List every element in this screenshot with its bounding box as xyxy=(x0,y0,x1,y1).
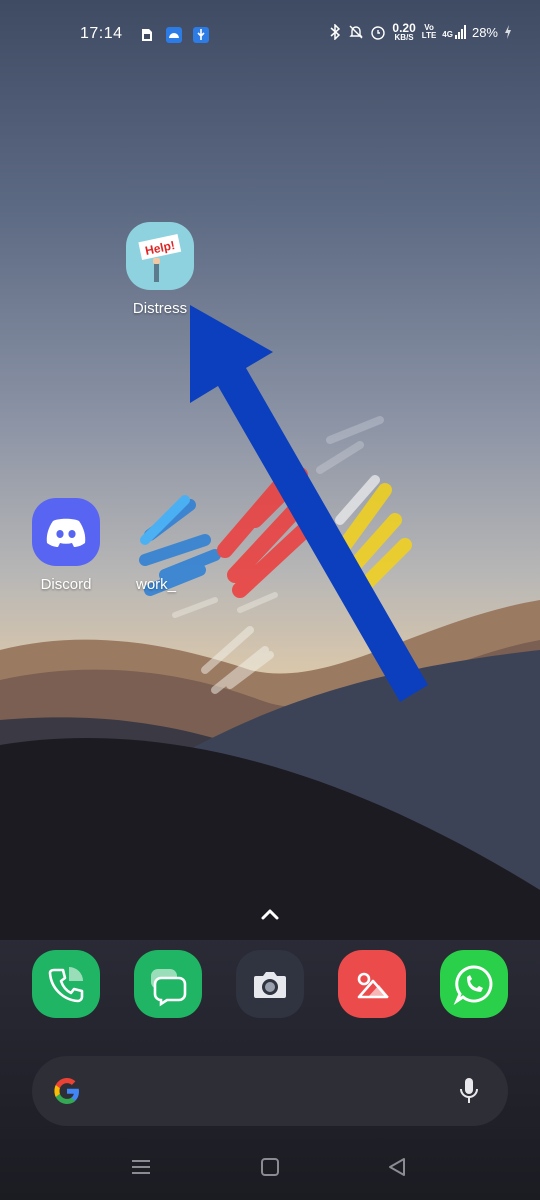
google-icon[interactable] xyxy=(52,1076,82,1106)
discord-tile[interactable] xyxy=(32,498,100,566)
bluetooth-icon xyxy=(330,24,341,40)
usb-icon xyxy=(193,27,209,43)
wallpaper-hills xyxy=(0,600,540,940)
app-drawer-chevron-icon[interactable] xyxy=(258,904,282,924)
app-discord[interactable]: Discord xyxy=(32,498,100,593)
help-sign-icon: Help! xyxy=(138,234,182,282)
gallery-icon xyxy=(357,972,389,999)
app-label: Distress xyxy=(132,300,188,317)
app-work[interactable]: work_ xyxy=(126,498,194,593)
discord-icon xyxy=(46,518,86,547)
sim-card-icon xyxy=(142,29,152,41)
dock-phone[interactable] xyxy=(32,950,100,1018)
charging-icon xyxy=(505,25,511,39)
navigation-bar xyxy=(0,1140,540,1200)
status-bar: 17:14 0.20 KB/S Vo LTE 4G 28% xyxy=(0,0,540,70)
status-system-icons: 0.20 KB/S Vo LTE 4G 28% xyxy=(328,22,512,42)
net-speed: 0.20 KB/S xyxy=(392,21,416,42)
signal-bars-icon xyxy=(454,25,466,39)
dock-whatsapp[interactable] xyxy=(440,950,508,1018)
dock-messages[interactable] xyxy=(134,950,202,1018)
phone-icon xyxy=(48,967,84,1003)
messages-icon xyxy=(151,969,187,1007)
work-app-icon[interactable] xyxy=(126,498,194,566)
app-distress[interactable]: Help! Distress xyxy=(126,222,194,317)
app-label: work_ xyxy=(135,576,176,593)
distress-tile[interactable]: Help! xyxy=(126,222,194,290)
signal-indicator: 4G xyxy=(442,25,466,39)
microphone-icon[interactable] xyxy=(458,1076,480,1106)
menu-icon[interactable] xyxy=(130,1157,152,1177)
alarm-icon xyxy=(371,26,386,40)
android-icon xyxy=(166,27,182,43)
app-label: Discord xyxy=(40,576,92,593)
camera-icon xyxy=(254,972,286,998)
status-time: 17:14 xyxy=(80,25,123,42)
dock-camera[interactable] xyxy=(236,950,304,1018)
home-icon[interactable] xyxy=(259,1157,281,1177)
volte-indicator: Vo LTE xyxy=(421,23,437,40)
dock-gallery[interactable] xyxy=(338,950,406,1018)
back-icon[interactable] xyxy=(386,1156,408,1178)
whatsapp-icon xyxy=(453,965,493,1006)
mute-icon xyxy=(349,25,364,39)
battery-percent: 28% xyxy=(471,24,498,40)
google-search-bar[interactable] xyxy=(32,1056,508,1126)
